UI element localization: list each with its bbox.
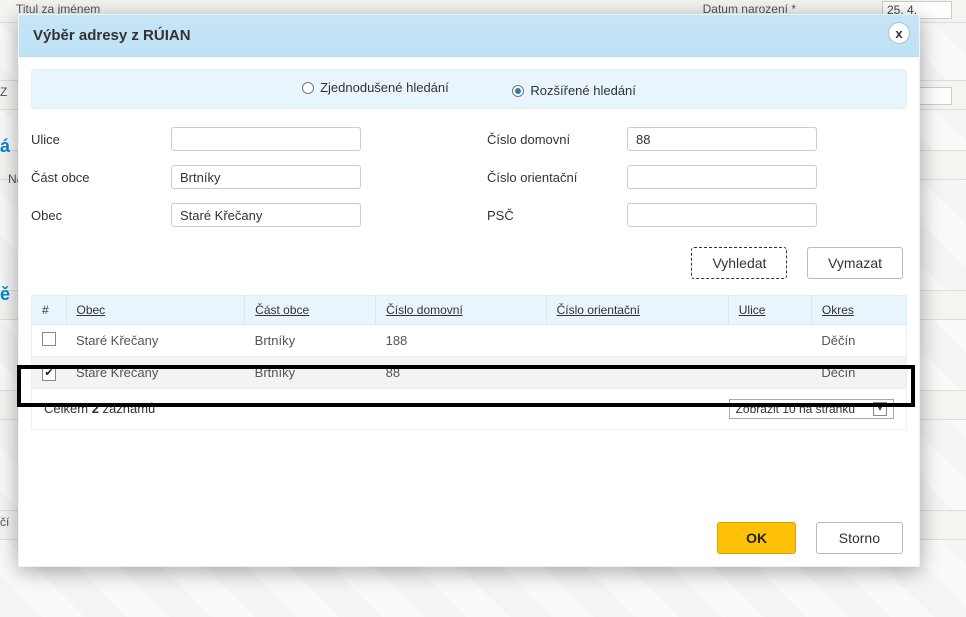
cislo-orient-label: Číslo orientační <box>487 170 627 185</box>
ulice-label: Ulice <box>31 132 171 147</box>
bg-cutoff-2: ě <box>0 284 10 305</box>
modal-footer: OK Storno <box>701 522 903 554</box>
cell-cast: Brtníky <box>245 357 376 389</box>
psc-label: PSČ <box>487 208 627 223</box>
ok-button[interactable]: OK <box>717 522 796 554</box>
cell-obec: Staré Křečany <box>66 357 245 389</box>
radio-icon <box>302 82 314 94</box>
bg-c: čí <box>0 515 9 529</box>
page-size-label: Zobrazit 10 na stránku <box>736 402 855 416</box>
total-suffix: záznamů <box>99 401 155 416</box>
total-prefix: Celkem <box>44 401 92 416</box>
close-button[interactable]: x <box>889 23 909 43</box>
radio-simple-label: Zjednodušené hledání <box>320 80 449 95</box>
cast-obce-input[interactable] <box>171 165 361 189</box>
search-mode-toggle: Zjednodušené hledání Rozšířené hledání <box>31 69 907 109</box>
cell-cast: Brtníky <box>245 325 376 357</box>
col-ulice[interactable]: Ulice <box>739 303 766 317</box>
total-records: Celkem 2 záznamů <box>44 401 155 416</box>
field-cast-obce: Část obce <box>31 165 451 189</box>
chevron-down-icon: ▾ <box>873 402 887 416</box>
col-obec[interactable]: Obec <box>77 303 106 317</box>
cislo-dom-label: Číslo domovní <box>487 132 627 147</box>
bg-z: Z <box>0 85 7 99</box>
cislo-orient-input[interactable] <box>627 165 817 189</box>
search-form: Ulice Číslo domovní Část obce Číslo orie… <box>31 127 907 227</box>
radio-icon <box>512 85 524 97</box>
results-container: # Obec Část obce Číslo domovní Číslo ori… <box>31 295 907 430</box>
row-checkbox[interactable] <box>42 367 56 381</box>
field-obec: Obec <box>31 203 451 227</box>
modal-titlebar: Výběr adresy z RÚIAN x <box>19 15 919 57</box>
results-table: # Obec Část obce Číslo domovní Číslo ori… <box>31 295 907 389</box>
cell-ulice <box>728 325 811 357</box>
cell-okres: Děčín <box>811 325 906 357</box>
cell-cislo-orient <box>546 357 728 389</box>
col-cislo-orient[interactable]: Číslo orientační <box>557 303 640 317</box>
col-cislo-dom[interactable]: Číslo domovní <box>386 303 463 317</box>
modal-title: Výběr adresy z RÚIAN <box>33 27 191 44</box>
cell-okres: Děčín <box>811 357 906 389</box>
radio-advanced-label: Rozšířené hledání <box>530 83 636 98</box>
cell-cislo-dom: 88 <box>376 357 547 389</box>
cancel-button[interactable]: Storno <box>816 522 903 554</box>
bg-cutoff-1: á <box>0 136 10 157</box>
table-row[interactable]: Staré Křečany Brtníky 188 Děčín <box>32 325 907 357</box>
total-count: 2 <box>92 401 99 416</box>
cell-ulice <box>728 357 811 389</box>
radio-simple-search[interactable]: Zjednodušené hledání <box>302 80 449 95</box>
cast-obce-label: Část obce <box>31 170 171 185</box>
modal-body: Zjednodušené hledání Rozšířené hledání U… <box>19 57 919 442</box>
field-cislo-orient: Číslo orientační <box>487 165 907 189</box>
field-ulice: Ulice <box>31 127 451 151</box>
cell-cislo-orient <box>546 325 728 357</box>
radio-advanced-search[interactable]: Rozšířené hledání <box>512 83 636 98</box>
clear-button[interactable]: Vymazat <box>807 247 903 279</box>
cell-cislo-dom: 188 <box>376 325 547 357</box>
obec-input[interactable] <box>171 203 361 227</box>
cell-obec: Staré Křečany <box>66 325 245 357</box>
col-okres[interactable]: Okres <box>822 303 854 317</box>
search-buttons: Vyhledat Vymazat <box>31 227 907 289</box>
field-cislo-domovni: Číslo domovní <box>487 127 907 151</box>
psc-input[interactable] <box>627 203 817 227</box>
modal-dialog: Výběr adresy z RÚIAN x Zjednodušené hled… <box>18 14 920 567</box>
table-footer: Celkem 2 záznamů Zobrazit 10 na stránku … <box>31 389 907 430</box>
col-cast[interactable]: Část obce <box>255 303 309 317</box>
obec-label: Obec <box>31 208 171 223</box>
ulice-input[interactable] <box>171 127 361 151</box>
field-psc: PSČ <box>487 203 907 227</box>
table-row[interactable]: Staré Křečany Brtníky 88 Děčín <box>32 357 907 389</box>
page-size-select[interactable]: Zobrazit 10 na stránku ▾ <box>729 399 894 419</box>
row-checkbox[interactable] <box>42 332 56 346</box>
cislo-dom-input[interactable] <box>627 127 817 151</box>
search-button[interactable]: Vyhledat <box>691 247 787 279</box>
col-hash: # <box>42 303 49 317</box>
